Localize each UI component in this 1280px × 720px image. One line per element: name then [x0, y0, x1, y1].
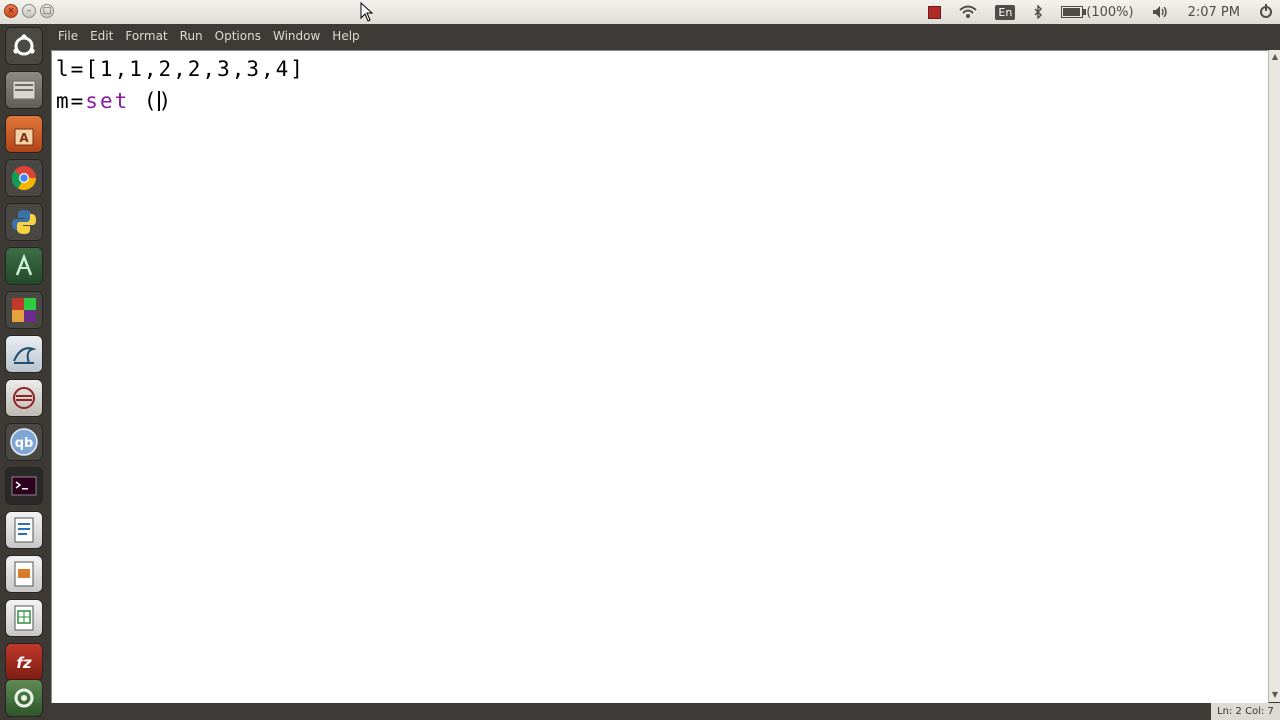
- mysql-workbench-icon: [13, 347, 37, 364]
- code-text: (: [129, 89, 159, 113]
- libreoffice-calc-icon: [12, 298, 36, 322]
- maximize-window-button[interactable]: □: [40, 4, 54, 18]
- minimize-window-button[interactable]: –: [22, 4, 36, 18]
- writer-icon: [14, 517, 34, 543]
- python-launcher[interactable]: [6, 204, 42, 240]
- system-tray: En (100%) 2:07 PM: [919, 0, 1280, 24]
- calc-launcher[interactable]: [6, 600, 42, 636]
- software-center-icon: A: [14, 128, 34, 146]
- code-line-1: l=[1,1,2,2,3,3,4]: [56, 57, 305, 81]
- record-indicator[interactable]: [928, 5, 942, 19]
- session-menu[interactable]: [1258, 4, 1274, 20]
- horizontal-scrollbar[interactable]: [51, 703, 1211, 720]
- settings-launcher[interactable]: [6, 680, 42, 716]
- scroll-up-icon[interactable]: ▲: [1271, 52, 1279, 62]
- status-bar: Ln: 2 Col: 7: [1211, 703, 1280, 720]
- record-icon: [928, 5, 942, 19]
- qbittorrent-launcher[interactable]: qb: [6, 424, 42, 460]
- terminal-launcher[interactable]: [6, 468, 42, 504]
- eclipse-launcher[interactable]: [6, 380, 42, 416]
- wifi-icon: [959, 5, 978, 18]
- android-studio-icon: [15, 253, 33, 276]
- android-studio-launcher[interactable]: [6, 248, 42, 284]
- power-gear-icon: [1260, 4, 1272, 18]
- terminal-icon: [11, 476, 37, 496]
- svg-text:A: A: [19, 131, 29, 145]
- menu-bar: File Edit Format Run Options Window Help: [49, 24, 1280, 48]
- svg-text:qb: qb: [15, 436, 34, 451]
- vertical-scrollbar[interactable]: ▲ ▼: [1268, 50, 1280, 702]
- mouse-cursor-icon: [360, 2, 374, 22]
- menu-options[interactable]: Options: [215, 29, 261, 43]
- battery-indicator[interactable]: (100%): [1061, 4, 1134, 20]
- volume-indicator[interactable]: [1152, 5, 1170, 19]
- impress-icon: [14, 561, 34, 587]
- eclipse-icon: [13, 387, 35, 409]
- menu-help[interactable]: Help: [332, 29, 359, 43]
- launcher: A qb fz: [0, 24, 49, 720]
- libreoffice-launcher[interactable]: [6, 292, 42, 328]
- builtin-keyword: set: [85, 89, 130, 113]
- menu-file[interactable]: File: [58, 29, 78, 43]
- bluetooth-indicator[interactable]: [1033, 5, 1043, 19]
- code-line-2: m=set (): [56, 89, 173, 113]
- close-window-button[interactable]: ×: [4, 4, 18, 18]
- mysql-workbench-launcher[interactable]: [6, 336, 42, 372]
- menu-edit[interactable]: Edit: [90, 29, 113, 43]
- code-editor[interactable]: l=[1,1,2,2,3,3,4] m=set (): [51, 50, 1269, 704]
- chrome-launcher[interactable]: [6, 160, 42, 196]
- keyboard-layout-indicator[interactable]: En: [995, 4, 1016, 20]
- menu-format[interactable]: Format: [125, 29, 167, 43]
- settings-icon: [14, 688, 34, 708]
- top-panel: × – □ En (100%) 2:07 PM: [0, 0, 1280, 25]
- battery-icon: [1061, 6, 1087, 18]
- volume-icon: [1152, 6, 1167, 18]
- dash-home-button[interactable]: [6, 28, 42, 64]
- wifi-indicator[interactable]: [959, 5, 978, 19]
- filezilla-icon: fz: [16, 654, 32, 672]
- clock[interactable]: 2:07 PM: [1188, 5, 1240, 20]
- keyboard-layout-label: En: [995, 4, 1016, 20]
- code-text: ): [158, 89, 174, 113]
- ubuntu-logo-icon: [13, 34, 35, 56]
- filezilla-launcher[interactable]: fz: [6, 644, 42, 680]
- svg-text:fz: fz: [16, 654, 32, 672]
- menu-window[interactable]: Window: [273, 29, 320, 43]
- files-launcher[interactable]: [6, 72, 42, 108]
- scroll-down-icon[interactable]: ▼: [1271, 690, 1279, 700]
- calc-icon: [14, 605, 34, 631]
- menu-run[interactable]: Run: [180, 29, 203, 43]
- python-icon: [12, 210, 36, 234]
- writer-launcher[interactable]: [6, 512, 42, 548]
- bluetooth-icon: [1034, 5, 1043, 19]
- qbittorrent-icon: qb: [10, 428, 38, 456]
- impress-launcher[interactable]: [6, 556, 42, 592]
- chrome-icon: [11, 166, 36, 191]
- battery-percent: (100%): [1086, 4, 1134, 20]
- files-icon: [12, 80, 36, 100]
- software-center-launcher[interactable]: A: [6, 116, 42, 152]
- code-text: m=: [56, 89, 86, 113]
